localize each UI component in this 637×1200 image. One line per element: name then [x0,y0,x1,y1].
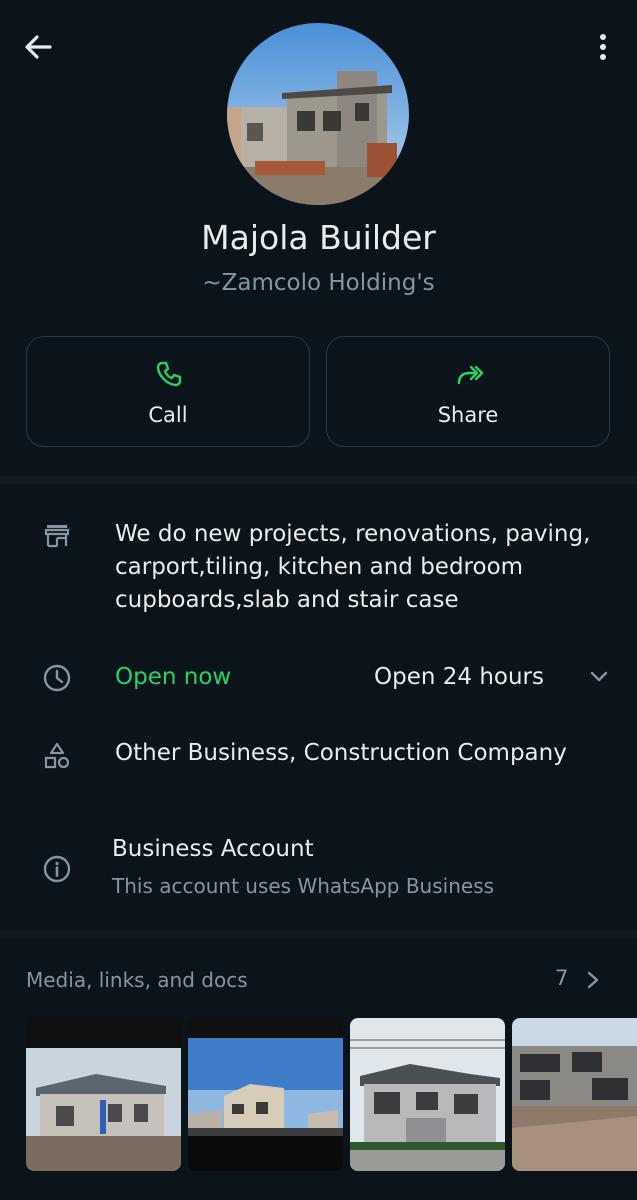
arrow-left-icon [25,35,52,59]
media-thumbnail[interactable] [26,1018,181,1171]
media-section-title[interactable]: Media, links, and docs [26,968,248,992]
share-button[interactable]: Share [326,336,610,447]
more-options-button[interactable] [588,30,618,64]
chevron-down-icon[interactable] [588,666,610,688]
phone-icon [156,361,182,387]
clock-icon [43,664,71,692]
category-icon [44,742,70,769]
media-thumbnail[interactable] [512,1018,637,1171]
section-divider [0,930,637,938]
media-thumbnail[interactable] [350,1018,505,1171]
back-button[interactable] [22,30,56,64]
more-vert-icon [600,34,606,60]
call-label: Call [148,403,188,427]
media-count[interactable]: 7 [555,966,568,990]
open-status: Open now [115,664,232,690]
profile-subname: ~Zamcolo Holding's [202,270,435,296]
business-category: Other Business, Construction Company [115,740,567,766]
profile-name: Majola Builder [201,218,436,257]
section-divider [0,476,637,484]
media-thumbnail[interactable] [188,1018,343,1171]
info-icon [43,855,71,883]
share-icon [457,365,484,385]
storefront-icon [44,525,70,548]
account-type-title[interactable]: Business Account [112,836,314,862]
business-description: We do new projects, renovations, paving,… [115,521,591,613]
account-type-subtitle: This account uses WhatsApp Business [112,874,495,898]
business-hours[interactable]: Open 24 hours [374,664,544,690]
share-label: Share [437,403,499,427]
profile-avatar[interactable] [227,23,409,205]
chevron-right-icon[interactable] [584,970,602,990]
call-button[interactable]: Call [26,336,310,447]
